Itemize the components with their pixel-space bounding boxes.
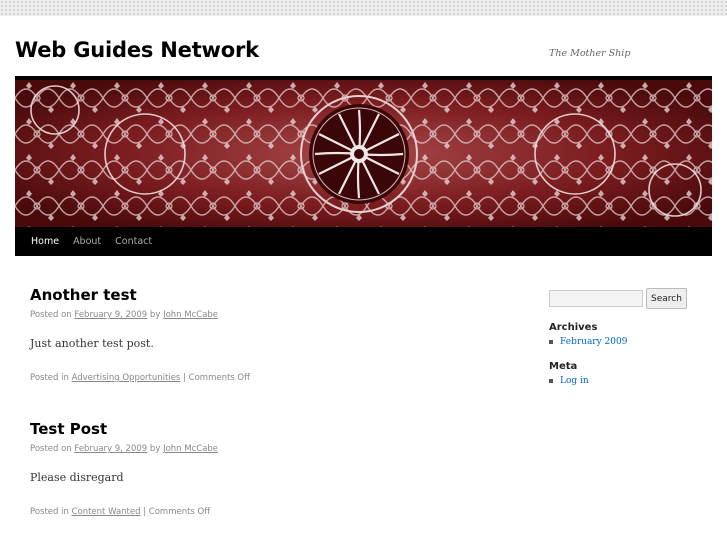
meta-separator: | — [140, 507, 149, 517]
post-meta: Posted on February 9, 2009 by John McCab… — [30, 444, 510, 455]
meta-title: Meta — [549, 361, 578, 372]
post-category-link[interactable]: Content Wanted — [72, 507, 141, 517]
comments-status: Comments Off — [188, 373, 250, 383]
search-input[interactable] — [549, 290, 643, 307]
post-author-link[interactable]: John McCabe — [163, 444, 218, 454]
post-utility: Posted in Content Wanted | Comments Off — [30, 507, 510, 518]
post-date-link[interactable]: February 9, 2009 — [74, 444, 147, 454]
content-area: Another test Posted on February 9, 2009 … — [30, 286, 510, 545]
post-title[interactable]: Test Post — [30, 420, 510, 438]
header-image-art — [15, 80, 712, 227]
comments-status: Comments Off — [148, 507, 211, 517]
search-button[interactable]: Search — [646, 288, 687, 309]
by-label: by — [149, 310, 161, 320]
archives-list: February 2009 — [549, 336, 709, 348]
login-link[interactable]: Log in — [560, 376, 589, 386]
meta-list: Log in — [549, 375, 709, 387]
post-title[interactable]: Another test — [30, 286, 510, 304]
post-category-link[interactable]: Advertising Opportunities — [72, 373, 181, 383]
site-description: The Mother Ship — [549, 48, 631, 59]
page-wrapper: Web Guides Network The Mother Ship Home … — [0, 16, 727, 545]
meta-separator: | — [180, 373, 189, 383]
meta-widget: Meta Log in — [549, 361, 709, 387]
post-meta: Posted on February 9, 2009 by John McCab… — [30, 310, 510, 321]
search-form: Search — [549, 288, 709, 309]
nav-item-about[interactable]: About — [73, 236, 101, 247]
nav-item-home[interactable]: Home — [31, 236, 59, 247]
post: Another test Posted on February 9, 2009 … — [30, 286, 510, 384]
archive-link[interactable]: February 2009 — [560, 337, 627, 347]
archives-title: Archives — [549, 322, 598, 333]
nav-menu: Home About Contact — [15, 227, 712, 256]
background-pattern — [0, 0, 727, 16]
nav-item-contact[interactable]: Contact — [115, 236, 152, 247]
post-utility: Posted in Advertising Opportunities | Co… — [30, 373, 510, 384]
posted-in-label: Posted in — [30, 507, 69, 517]
by-label: by — [149, 444, 161, 454]
post-content: Please disregard — [30, 471, 124, 484]
post-author-link[interactable]: John McCabe — [163, 310, 218, 320]
header-image — [15, 80, 712, 227]
sidebar: Search Archives February 2009 Meta Log i… — [549, 288, 709, 387]
posted-on-label: Posted on — [30, 310, 72, 320]
post-date-link[interactable]: February 9, 2009 — [74, 310, 147, 320]
post: Test Post Posted on February 9, 2009 by … — [30, 420, 510, 518]
list-item: Log in — [549, 375, 709, 387]
list-item: February 2009 — [549, 336, 709, 348]
posted-on-label: Posted on — [30, 444, 72, 454]
site-title[interactable]: Web Guides Network — [15, 38, 259, 62]
post-content: Just another test post. — [30, 337, 154, 350]
main-navigation: Home About Contact — [15, 227, 712, 256]
posted-in-label: Posted in — [30, 373, 69, 383]
